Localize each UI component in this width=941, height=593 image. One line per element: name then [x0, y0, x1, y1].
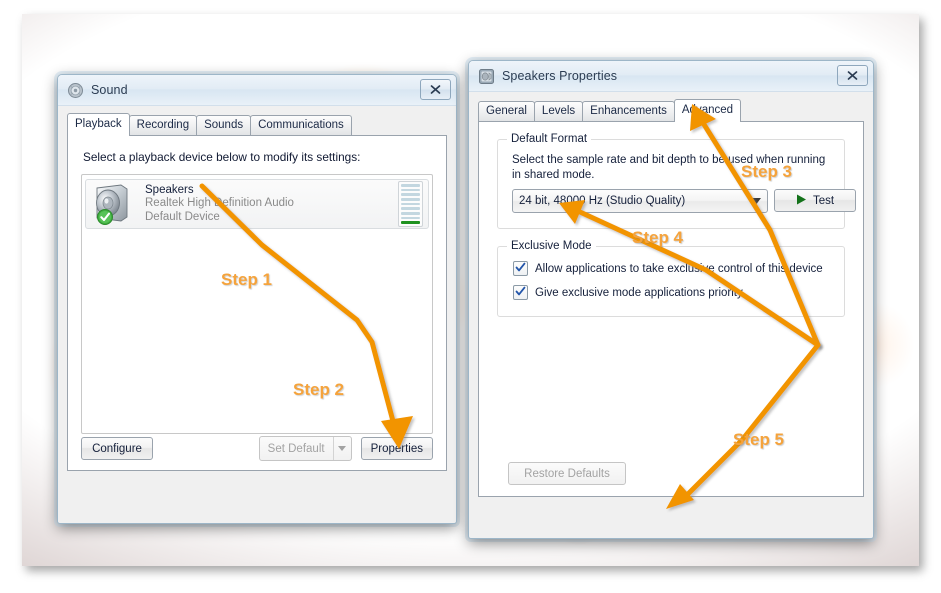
tab-playback[interactable]: Playback	[67, 113, 130, 136]
sound-dialog-title: Sound	[91, 83, 128, 97]
vu-segment	[401, 193, 420, 196]
checkbox-checked-icon	[513, 261, 528, 276]
tab-sounds-label: Sounds	[204, 119, 244, 131]
tab-levels[interactable]: Levels	[533, 101, 584, 121]
properties-dialog-title: Speakers Properties	[502, 69, 618, 83]
step-3-label: Step 3	[741, 162, 793, 181]
sample-rate-selected-value: 24 bit, 48000 Hz (Studio Quality)	[519, 195, 686, 207]
test-button[interactable]: Test	[774, 189, 856, 212]
tab-sounds[interactable]: Sounds	[196, 115, 252, 135]
exclusive-priority-label: Give exclusive mode applications priorit…	[535, 286, 743, 299]
playback-prompt-text: Select a playback device below to modify…	[83, 150, 361, 164]
tab-communications-label: Communications	[258, 119, 344, 131]
tab-recording-label: Recording	[136, 119, 190, 131]
speaker-sound-icon	[67, 82, 84, 99]
exclusive-mode-checkbox-list: Allow applications to take exclusive con…	[513, 261, 834, 300]
properties-dialog-close-button[interactable]	[837, 65, 868, 86]
sound-dialog-window: Sound Playback Recording Sounds Communic…	[57, 74, 457, 524]
vu-segment	[401, 188, 420, 192]
step-1-label: Step 1	[221, 270, 273, 289]
default-format-group-title: Default Format	[507, 133, 592, 145]
device-status: Default Device	[145, 210, 220, 223]
tab-enhancements-label: Enhancements	[590, 105, 667, 117]
vu-segment	[401, 211, 420, 215]
device-driver: Realtek High Definition Audio	[145, 197, 294, 210]
exclusive-mode-group-title: Exclusive Mode	[507, 240, 596, 252]
restore-defaults-button[interactable]: Restore Defaults	[508, 462, 626, 485]
vu-segment	[401, 197, 420, 201]
tab-advanced[interactable]: Advanced	[673, 99, 742, 122]
allow-exclusive-control-checkbox[interactable]: Allow applications to take exclusive con…	[513, 261, 834, 276]
list-item[interactable]: Speakers Realtek High Definition Audio D…	[85, 179, 429, 229]
volume-meter	[398, 181, 423, 227]
step-5-label: Step 5	[733, 430, 785, 449]
allow-exclusive-control-label: Allow applications to take exclusive con…	[535, 262, 823, 275]
speaker-properties-icon	[478, 68, 495, 85]
tab-enhancements[interactable]: Enhancements	[582, 101, 675, 121]
exclusive-priority-checkbox[interactable]: Give exclusive mode applications priorit…	[513, 285, 834, 300]
test-button-label: Test	[812, 194, 835, 207]
close-icon	[430, 85, 441, 94]
properties-dialog-titlebar: Speakers Properties	[469, 61, 873, 92]
tab-recording[interactable]: Recording	[128, 115, 198, 135]
device-text-block: Speakers Realtek High Definition Audio D…	[135, 184, 398, 225]
device-name: Speakers	[145, 183, 194, 196]
chevron-down-icon[interactable]	[332, 437, 351, 460]
tab-general[interactable]: General	[478, 101, 535, 121]
tab-advanced-label: Advanced	[681, 104, 734, 116]
playback-action-buttons: Configure Set Default Properties	[81, 436, 433, 461]
sample-rate-combobox[interactable]: 24 bit, 48000 Hz (Studio Quality)	[512, 189, 768, 213]
step-4-label: Step 4	[632, 228, 684, 247]
screenshot-root: Sound Playback Recording Sounds Communic…	[0, 0, 941, 593]
tab-general-label: General	[486, 105, 527, 117]
sound-dialog-tabstrip: Playback Recording Sounds Communications	[58, 113, 456, 136]
set-default-split-button[interactable]: Set Default	[258, 436, 352, 461]
checkbox-checked-icon	[513, 285, 528, 300]
set-default-label: Set Default	[267, 442, 325, 455]
sound-dialog-titlebar: Sound	[58, 75, 456, 106]
properties-dialog-body: General Levels Enhancements Advanced Def…	[469, 99, 873, 497]
playback-device-list[interactable]: Speakers Realtek High Definition Audio D…	[81, 174, 433, 434]
playback-tab-panel: Select a playback device below to modify…	[67, 135, 447, 471]
speaker-device-icon	[91, 182, 135, 226]
sound-dialog-close-button[interactable]	[420, 79, 451, 100]
sound-dialog-body: Playback Recording Sounds Communications…	[58, 113, 456, 471]
chevron-down-icon[interactable]	[745, 198, 767, 204]
advanced-tab-panel: Default Format Select the sample rate an…	[478, 121, 864, 497]
properties-button[interactable]: Properties	[360, 437, 433, 460]
exclusive-mode-groupbox: Exclusive Mode Allow applications to tak…	[497, 240, 845, 317]
vu-segment	[401, 216, 420, 220]
default-format-groupbox: Default Format Select the sample rate an…	[497, 133, 856, 229]
vu-segment	[401, 221, 420, 224]
tab-communications[interactable]: Communications	[250, 115, 352, 135]
play-triangle-icon	[796, 194, 807, 208]
tab-levels-label: Levels	[541, 105, 576, 117]
vu-segment	[401, 183, 420, 187]
tab-playback-label: Playback	[75, 118, 122, 130]
step-2-label: Step 2	[293, 380, 345, 399]
speakers-properties-window: Speakers Properties General Levels Enhan…	[468, 60, 874, 539]
vu-segment	[401, 207, 420, 210]
close-icon	[847, 71, 858, 80]
vu-segment	[401, 202, 420, 206]
configure-button[interactable]: Configure	[81, 437, 153, 460]
properties-tabstrip: General Levels Enhancements Advanced	[469, 99, 873, 122]
